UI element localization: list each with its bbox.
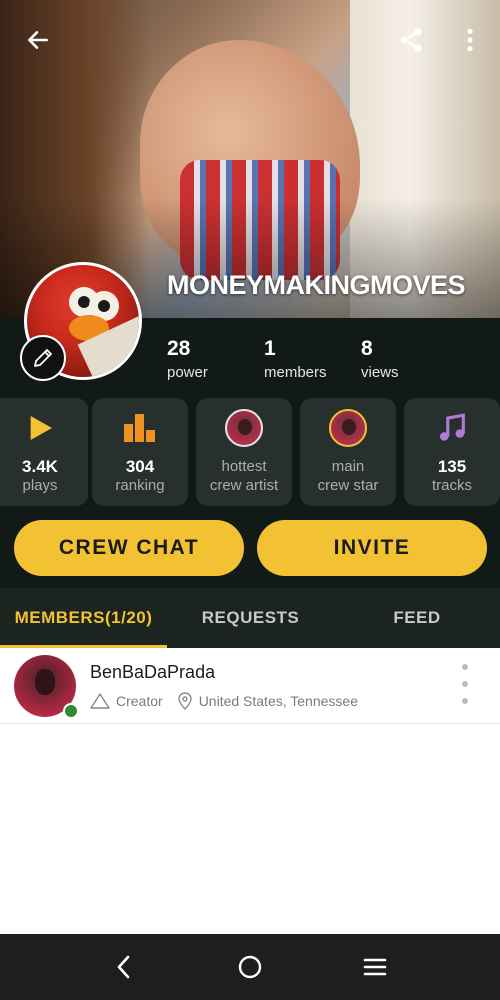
play-icon <box>30 416 52 440</box>
ranking-label: ranking <box>115 477 165 494</box>
back-button[interactable] <box>20 22 56 58</box>
ranking-value: 304 <box>125 457 155 476</box>
member-meta: Creator United States, Tennessee <box>90 692 358 710</box>
nav-back-button[interactable] <box>108 951 140 983</box>
edit-avatar-button[interactable] <box>20 335 66 381</box>
share-icon <box>400 28 422 52</box>
stat-members-value: 1 <box>264 337 276 360</box>
plays-card[interactable]: 3.4K plays <box>0 398 88 506</box>
stat-power-label: power <box>167 364 208 381</box>
ranking-card[interactable]: 304 ranking <box>92 398 188 506</box>
tracks-value: 135 <box>437 457 467 476</box>
stat-power: 28 power <box>167 336 208 384</box>
hottest-artist-card[interactable]: hottest crew artist <box>196 398 292 506</box>
nav-recents-button[interactable] <box>359 951 391 983</box>
tab-bar: MEMBERS(1/20) REQUESTS FEED <box>0 588 500 648</box>
member-list-item[interactable]: BenBaDaPrada Creator United States, Tenn… <box>0 648 500 724</box>
crew-name: MONEYMAKINGMOVES <box>167 270 466 300</box>
menu-lines-icon <box>363 958 387 976</box>
invite-button[interactable]: INVITE <box>257 520 487 576</box>
stat-members[interactable]: 1 members <box>264 336 327 384</box>
member-more-button[interactable] <box>452 664 478 704</box>
hottest-artist-label-1: hottest <box>221 458 267 475</box>
chevron-left-icon <box>117 955 130 979</box>
main-star-card[interactable]: main crew star <box>300 398 396 506</box>
location-pin-icon <box>177 692 192 710</box>
circle-home-icon <box>238 955 262 979</box>
stat-members-label: members <box>264 364 327 381</box>
more-options-button[interactable] <box>452 22 488 58</box>
stat-power-value: 28 <box>167 337 191 360</box>
more-vertical-icon <box>467 28 473 52</box>
hottest-artist-avatar <box>225 409 263 447</box>
tab-members[interactable]: MEMBERS(1/20) <box>0 588 167 648</box>
tracks-card[interactable]: 135 tracks <box>404 398 500 506</box>
main-star-avatar <box>329 409 367 447</box>
member-location: United States, Tennessee <box>198 693 358 709</box>
nav-home-button[interactable] <box>234 951 266 983</box>
member-name[interactable]: BenBaDaPrada <box>90 662 215 683</box>
main-star-label-1: main <box>331 458 365 475</box>
hottest-artist-label-2: crew artist <box>209 477 279 494</box>
stat-views-label: views <box>361 364 399 381</box>
pencil-icon <box>34 349 52 367</box>
tab-requests[interactable]: REQUESTS <box>167 588 334 648</box>
tab-feed[interactable]: FEED <box>334 588 500 648</box>
share-button[interactable] <box>393 22 429 58</box>
tracks-label: tracks <box>431 477 472 494</box>
bar-chart-icon <box>124 414 155 442</box>
crew-chat-button[interactable]: CREW CHAT <box>14 520 244 576</box>
music-note-icon <box>439 413 465 441</box>
online-status-dot <box>63 703 79 719</box>
arrow-left-icon <box>28 31 48 49</box>
member-role: Creator <box>116 693 163 709</box>
plays-value: 3.4K <box>22 457 58 476</box>
stat-views-value: 8 <box>361 337 373 360</box>
system-navigation-bar <box>0 934 500 1000</box>
main-star-label-2: crew star <box>317 477 379 494</box>
triangle-icon <box>90 693 110 709</box>
plays-label: plays <box>22 477 58 494</box>
stat-views: 8 views <box>361 336 399 384</box>
